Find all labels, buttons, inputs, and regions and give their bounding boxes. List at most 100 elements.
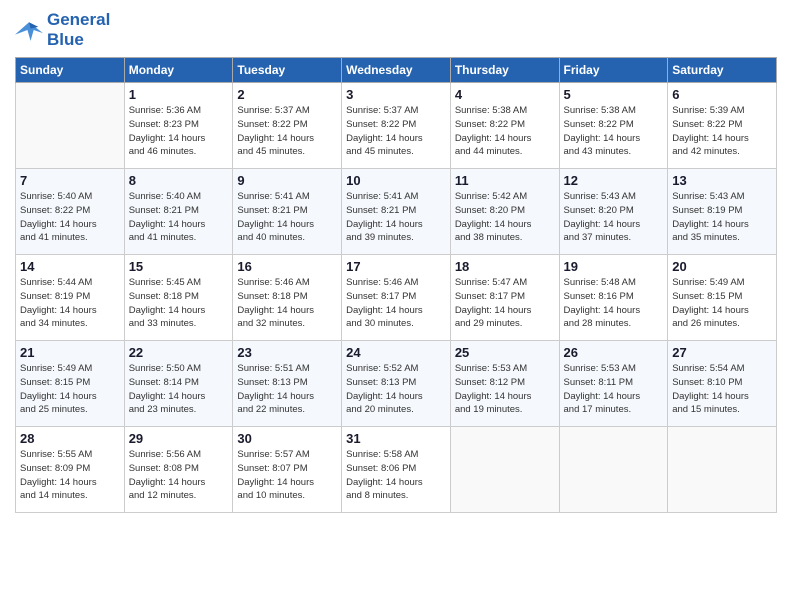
day-number: 25: [455, 345, 555, 360]
day-info: Sunrise: 5:52 AM Sunset: 8:13 PM Dayligh…: [346, 362, 446, 417]
calendar-cell: 19Sunrise: 5:48 AM Sunset: 8:16 PM Dayli…: [559, 255, 668, 341]
day-info: Sunrise: 5:36 AM Sunset: 8:23 PM Dayligh…: [129, 104, 229, 159]
day-number: 23: [237, 345, 337, 360]
weekday-header-cell: Thursday: [450, 58, 559, 83]
calendar-week-row: 28 Sunrise: 5:55 AM Sunset: 8:09 PM Dayli…: [16, 427, 777, 513]
day-info: Sunrise: 5:38 AM Sunset: 8:22 PM Dayligh…: [564, 104, 664, 159]
calendar-cell: 2Sunrise: 5:37 AM Sunset: 8:22 PM Daylig…: [233, 83, 342, 169]
day-info: Sunrise: 5:49 AM Sunset: 8:15 PM Dayligh…: [672, 276, 772, 331]
day-number: 13: [672, 173, 772, 188]
calendar-cell: 12 Sunrise: 5:43 AM Sunset: 8:20 PM Dayli…: [559, 169, 668, 255]
day-number: 7: [20, 173, 120, 188]
calendar-cell: 30 Sunrise: 5:57 AM Sunset: 8:07 PM Dayli…: [233, 427, 342, 513]
calendar-cell: 16 Sunrise: 5:46 AM Sunset: 8:18 PM Dayli…: [233, 255, 342, 341]
day-number: 17: [346, 259, 446, 274]
calendar-cell: 29 Sunrise: 5:56 AM Sunset: 8:08 PM Dayli…: [124, 427, 233, 513]
day-number: 11: [455, 173, 555, 188]
day-number: 24: [346, 345, 446, 360]
day-info: Sunrise: 5:49 AM Sunset: 8:15 PM Dayligh…: [20, 362, 120, 417]
calendar-body: 1Sunrise: 5:36 AM Sunset: 8:23 PM Daylig…: [16, 83, 777, 513]
day-info: Sunrise: 5:53 AM Sunset: 8:12 PM Dayligh…: [455, 362, 555, 417]
day-info: Sunrise: 5:45 AM Sunset: 8:18 PM Dayligh…: [129, 276, 229, 331]
calendar-cell: 4 Sunrise: 5:38 AM Sunset: 8:22 PM Daylig…: [450, 83, 559, 169]
weekday-header-cell: Monday: [124, 58, 233, 83]
logo-icon: [15, 19, 43, 41]
calendar-cell: 24 Sunrise: 5:52 AM Sunset: 8:13 PM Dayli…: [342, 341, 451, 427]
calendar-cell: 22 Sunrise: 5:50 AM Sunset: 8:14 PM Dayli…: [124, 341, 233, 427]
day-info: Sunrise: 5:38 AM Sunset: 8:22 PM Dayligh…: [455, 104, 555, 159]
calendar-week-row: 7 Sunrise: 5:40 AM Sunset: 8:22 PM Daylig…: [16, 169, 777, 255]
day-number: 28: [20, 431, 120, 446]
calendar-table: SundayMondayTuesdayWednesdayThursdayFrid…: [15, 57, 777, 513]
calendar-cell: 27Sunrise: 5:54 AM Sunset: 8:10 PM Dayli…: [668, 341, 777, 427]
day-info: Sunrise: 5:55 AM Sunset: 8:09 PM Dayligh…: [20, 448, 120, 503]
day-info: Sunrise: 5:43 AM Sunset: 8:20 PM Dayligh…: [564, 190, 664, 245]
calendar-cell: 26 Sunrise: 5:53 AM Sunset: 8:11 PM Dayli…: [559, 341, 668, 427]
weekday-header-row: SundayMondayTuesdayWednesdayThursdayFrid…: [16, 58, 777, 83]
day-info: Sunrise: 5:47 AM Sunset: 8:17 PM Dayligh…: [455, 276, 555, 331]
calendar-cell: 25 Sunrise: 5:53 AM Sunset: 8:12 PM Dayli…: [450, 341, 559, 427]
day-number: 22: [129, 345, 229, 360]
day-info: Sunrise: 5:58 AM Sunset: 8:06 PM Dayligh…: [346, 448, 446, 503]
day-info: Sunrise: 5:46 AM Sunset: 8:18 PM Dayligh…: [237, 276, 337, 331]
calendar-cell: 28 Sunrise: 5:55 AM Sunset: 8:09 PM Dayli…: [16, 427, 125, 513]
calendar-cell: 18 Sunrise: 5:47 AM Sunset: 8:17 PM Dayli…: [450, 255, 559, 341]
calendar-cell: 6 Sunrise: 5:39 AM Sunset: 8:22 PM Daylig…: [668, 83, 777, 169]
page-header: General Blue: [15, 10, 777, 49]
day-info: Sunrise: 5:57 AM Sunset: 8:07 PM Dayligh…: [237, 448, 337, 503]
calendar-cell: 11 Sunrise: 5:42 AM Sunset: 8:20 PM Dayli…: [450, 169, 559, 255]
day-number: 31: [346, 431, 446, 446]
logo-text: General Blue: [47, 10, 110, 49]
calendar-week-row: 1Sunrise: 5:36 AM Sunset: 8:23 PM Daylig…: [16, 83, 777, 169]
calendar-cell: 20 Sunrise: 5:49 AM Sunset: 8:15 PM Dayli…: [668, 255, 777, 341]
day-number: 29: [129, 431, 229, 446]
day-info: Sunrise: 5:41 AM Sunset: 8:21 PM Dayligh…: [346, 190, 446, 245]
calendar-cell: 8Sunrise: 5:40 AM Sunset: 8:21 PM Daylig…: [124, 169, 233, 255]
day-info: Sunrise: 5:43 AM Sunset: 8:19 PM Dayligh…: [672, 190, 772, 245]
day-number: 20: [672, 259, 772, 274]
weekday-header-cell: Friday: [559, 58, 668, 83]
day-info: Sunrise: 5:56 AM Sunset: 8:08 PM Dayligh…: [129, 448, 229, 503]
day-info: Sunrise: 5:40 AM Sunset: 8:22 PM Dayligh…: [20, 190, 120, 245]
day-number: 21: [20, 345, 120, 360]
calendar-cell: 3Sunrise: 5:37 AM Sunset: 8:22 PM Daylig…: [342, 83, 451, 169]
weekday-header-cell: Saturday: [668, 58, 777, 83]
day-number: 16: [237, 259, 337, 274]
calendar-cell: 21 Sunrise: 5:49 AM Sunset: 8:15 PM Dayli…: [16, 341, 125, 427]
day-number: 26: [564, 345, 664, 360]
day-info: Sunrise: 5:44 AM Sunset: 8:19 PM Dayligh…: [20, 276, 120, 331]
day-info: Sunrise: 5:53 AM Sunset: 8:11 PM Dayligh…: [564, 362, 664, 417]
logo: General Blue: [15, 10, 110, 49]
calendar-cell: 17 Sunrise: 5:46 AM Sunset: 8:17 PM Dayli…: [342, 255, 451, 341]
calendar-cell: [450, 427, 559, 513]
calendar-cell: 31 Sunrise: 5:58 AM Sunset: 8:06 PM Dayli…: [342, 427, 451, 513]
day-info: Sunrise: 5:48 AM Sunset: 8:16 PM Dayligh…: [564, 276, 664, 331]
day-number: 14: [20, 259, 120, 274]
calendar-cell: 15 Sunrise: 5:45 AM Sunset: 8:18 PM Dayli…: [124, 255, 233, 341]
day-number: 15: [129, 259, 229, 274]
day-info: Sunrise: 5:50 AM Sunset: 8:14 PM Dayligh…: [129, 362, 229, 417]
calendar-cell: [16, 83, 125, 169]
day-number: 30: [237, 431, 337, 446]
weekday-header-cell: Wednesday: [342, 58, 451, 83]
day-number: 5: [564, 87, 664, 102]
weekday-header-cell: Tuesday: [233, 58, 342, 83]
day-number: 4: [455, 87, 555, 102]
calendar-cell: 14 Sunrise: 5:44 AM Sunset: 8:19 PM Dayli…: [16, 255, 125, 341]
day-info: Sunrise: 5:37 AM Sunset: 8:22 PM Dayligh…: [237, 104, 337, 159]
day-info: Sunrise: 5:42 AM Sunset: 8:20 PM Dayligh…: [455, 190, 555, 245]
day-info: Sunrise: 5:54 AM Sunset: 8:10 PM Dayligh…: [672, 362, 772, 417]
day-number: 9: [237, 173, 337, 188]
day-number: 10: [346, 173, 446, 188]
calendar-cell: 7 Sunrise: 5:40 AM Sunset: 8:22 PM Daylig…: [16, 169, 125, 255]
day-info: Sunrise: 5:46 AM Sunset: 8:17 PM Dayligh…: [346, 276, 446, 331]
calendar-cell: 10 Sunrise: 5:41 AM Sunset: 8:21 PM Dayli…: [342, 169, 451, 255]
calendar-cell: 13 Sunrise: 5:43 AM Sunset: 8:19 PM Dayli…: [668, 169, 777, 255]
calendar-cell: [668, 427, 777, 513]
day-number: 6: [672, 87, 772, 102]
day-number: 18: [455, 259, 555, 274]
day-info: Sunrise: 5:40 AM Sunset: 8:21 PM Dayligh…: [129, 190, 229, 245]
calendar-week-row: 14 Sunrise: 5:44 AM Sunset: 8:19 PM Dayli…: [16, 255, 777, 341]
day-number: 12: [564, 173, 664, 188]
day-info: Sunrise: 5:39 AM Sunset: 8:22 PM Dayligh…: [672, 104, 772, 159]
